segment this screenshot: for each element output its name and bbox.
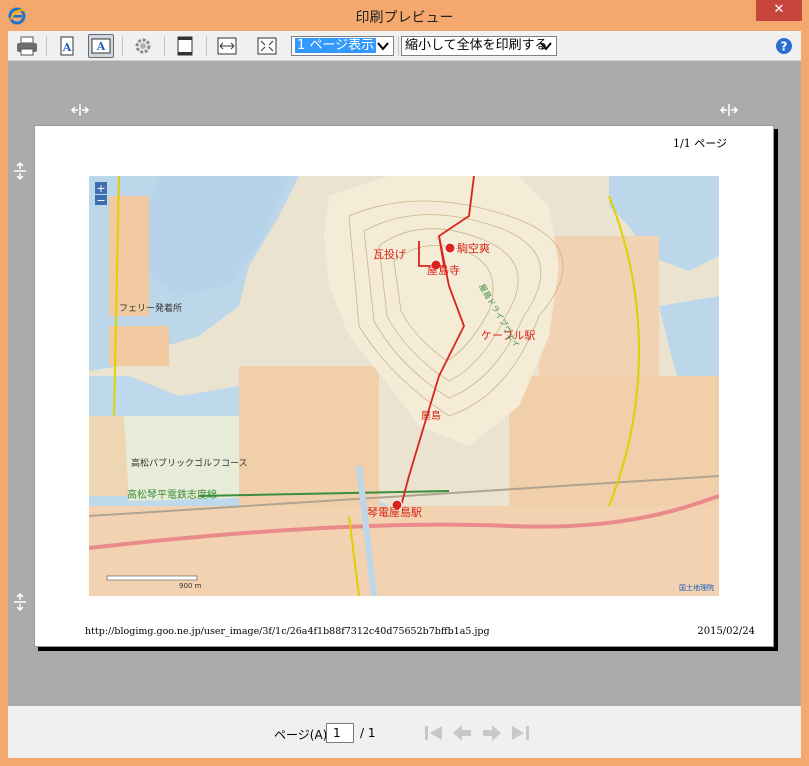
previous-page-icon[interactable] <box>450 722 474 744</box>
map-image: + − 駒空爽 瓦投げ 屋島寺 ケーブル駅 琴電屋島駅 高松琴平電鉄志度線 高松… <box>89 176 719 596</box>
map-drawing: + − 駒空爽 瓦投げ 屋島寺 ケーブル駅 琴電屋島駅 高松琴平電鉄志度線 高松… <box>89 176 719 596</box>
landscape-button[interactable]: A <box>88 34 114 58</box>
page-url-footer: http://blogimg.goo.ne.jp/user_image/3f/1… <box>85 626 490 637</box>
page-date-footer: 2015/02/24 <box>697 626 755 637</box>
gear-icon <box>135 38 151 54</box>
help-icon[interactable]: ? <box>775 37 793 55</box>
svg-text:?: ? <box>781 40 788 54</box>
map-label-ferry: フェリー発着所 <box>119 302 182 314</box>
preview-area: 1/1 ページ + − 駒空爽 瓦投げ 屋島寺 ケーブル駅 琴電屋島駅 高松琴平… <box>8 61 801 706</box>
header-footer-button[interactable] <box>172 34 198 58</box>
full-page-button[interactable] <box>254 34 280 58</box>
map-scale-label: 900 m <box>179 582 202 590</box>
toolbar-separator <box>164 36 165 56</box>
window-title: 印刷プレビュー <box>355 10 454 26</box>
map-label-station-small: 屋島 <box>421 409 441 422</box>
map-credit: 国土地理院 <box>679 583 714 592</box>
page-total: / 1 <box>360 726 376 740</box>
title-bar: 印刷プレビュー ✕ <box>0 0 809 32</box>
print-preview-window: 印刷プレビュー ✕ A A 1 ページ表示 縮小して全体を印刷する ? 1/1 … <box>0 0 809 766</box>
top-margin-handle[interactable] <box>13 161 27 181</box>
page-setup-button[interactable] <box>130 34 156 58</box>
page-navigation-bar: ページ(A) 1 / 1 <box>8 706 801 758</box>
print-button[interactable] <box>14 34 40 58</box>
map-label-course: 高松パブリックゴルフコース <box>131 457 248 469</box>
toolbar-separator <box>46 36 47 56</box>
right-margin-handle[interactable] <box>719 103 739 117</box>
printer-icon <box>17 36 37 56</box>
page-label: ページ(A) <box>274 728 328 742</box>
left-margin-handle[interactable] <box>70 103 90 117</box>
svg-text:−: − <box>96 194 105 207</box>
scale-select[interactable]: 縮小して全体を印刷する <box>401 36 557 56</box>
map-label-railway: 高松琴平電鉄志度線 <box>127 488 217 501</box>
toolbar-separator <box>398 36 399 56</box>
scale-value: 縮小して全体を印刷する <box>405 38 548 53</box>
fit-page-icon <box>257 37 277 55</box>
view-mode-value: 1 ページ表示 <box>295 38 377 53</box>
svg-text:A: A <box>96 40 106 53</box>
map-label-shrine-west: 瓦投げ <box>373 247 406 261</box>
last-page-icon[interactable] <box>508 722 532 744</box>
chevron-down-icon <box>540 42 552 51</box>
fit-width-icon <box>217 37 237 55</box>
toolbar-separator <box>122 36 123 56</box>
page-number-input[interactable]: 1 <box>326 723 354 743</box>
view-mode-select[interactable]: 1 ページ表示 <box>291 36 394 56</box>
map-label-shrine-east: 駒空爽 <box>457 241 490 255</box>
first-page-icon[interactable] <box>422 722 446 744</box>
map-label-temple: 屋島寺 <box>427 263 460 277</box>
landscape-page-icon: A <box>91 38 111 54</box>
toolbar: A A 1 ページ表示 縮小して全体を印刷する ? <box>8 31 801 61</box>
next-page-icon[interactable] <box>480 722 504 744</box>
portrait-button[interactable]: A <box>54 34 80 58</box>
toolbar-separator <box>206 36 207 56</box>
preview-page: 1/1 ページ + − 駒空爽 瓦投げ 屋島寺 ケーブル駅 琴電屋島駅 高松琴平… <box>34 125 774 647</box>
portrait-page-icon: A <box>60 36 74 56</box>
header-footer-icon <box>177 36 193 56</box>
close-button[interactable]: ✕ <box>756 0 802 21</box>
full-width-button[interactable] <box>214 34 240 58</box>
bottom-margin-handle[interactable] <box>13 592 27 612</box>
svg-text:A: A <box>62 41 72 54</box>
page-number-header: 1/1 ページ <box>673 137 727 150</box>
chevron-down-icon <box>377 42 389 51</box>
map-label-station: 琴電屋島駅 <box>367 505 422 519</box>
